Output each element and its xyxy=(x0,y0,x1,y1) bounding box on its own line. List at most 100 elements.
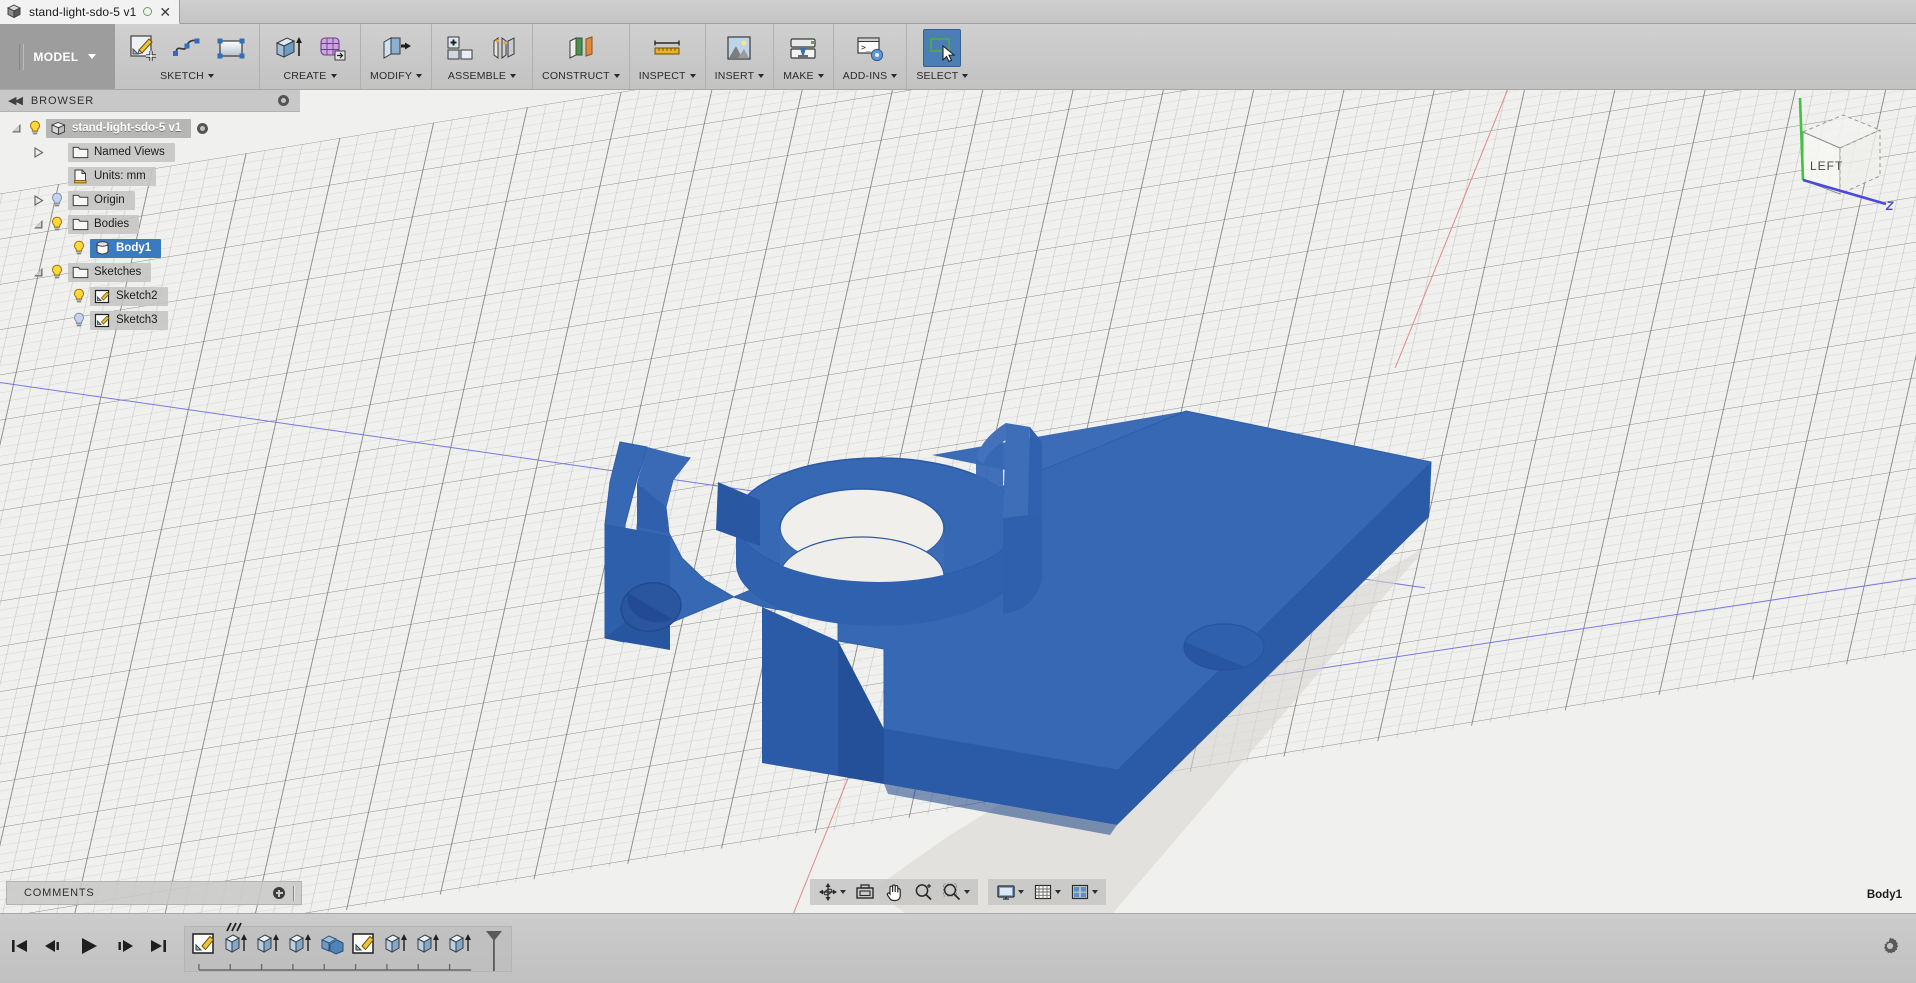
step-forward-icon[interactable] xyxy=(113,937,135,960)
create-sketch-icon[interactable] xyxy=(124,29,162,67)
visibility-bulb-icon[interactable] xyxy=(50,192,64,208)
workspace-switcher[interactable]: MODEL xyxy=(0,24,115,89)
tree-label-box-sketches[interactable]: Sketches xyxy=(68,262,152,282)
tree-expander-bodies[interactable] xyxy=(30,219,46,230)
radio-dot-icon[interactable] xyxy=(278,95,289,106)
tree-row-sketches[interactable]: Sketches xyxy=(0,260,300,284)
ribbon-group-label-insert[interactable]: INSERT xyxy=(715,70,765,82)
sketch-icon xyxy=(94,313,110,328)
ribbon-group-label-create[interactable]: CREATE xyxy=(283,70,337,82)
grid-snaps-icon[interactable] xyxy=(1030,880,1064,904)
combine-feature[interactable] xyxy=(319,931,345,957)
visibility-bulb-icon[interactable] xyxy=(50,264,64,280)
document-tab[interactable]: stand-light-sdo-5 v1 ✕ xyxy=(0,0,181,24)
jump-start-icon[interactable] xyxy=(10,937,30,960)
ribbon-group-label-make[interactable]: MAKE xyxy=(783,70,824,82)
view-cube[interactable]: LEFT Z xyxy=(1768,97,1898,218)
ribbon-group-label-sketch[interactable]: SKETCH xyxy=(160,70,214,82)
document-tab-bar: stand-light-sdo-5 v1 ✕ xyxy=(0,0,1916,24)
tree-row-named-views[interactable]: Named Views xyxy=(0,140,300,164)
pan-icon[interactable] xyxy=(881,880,907,904)
3d-print-icon[interactable] xyxy=(784,29,822,67)
tree-row-root[interactable]: stand-light-sdo-5 v1 xyxy=(0,116,300,140)
extrude-feature[interactable] xyxy=(255,931,281,957)
ribbon-group-inspect: INSPECT xyxy=(630,24,706,89)
viewport-canvas[interactable]: LEFT Z ◀◀ BROWSER stand-light-sdo-5 v1 Na… xyxy=(0,90,1916,913)
sketch-feature[interactable] xyxy=(191,931,217,957)
tree-row-sketch2[interactable]: Sketch2 xyxy=(0,284,300,308)
offset-plane-icon[interactable] xyxy=(562,29,600,67)
ribbon-group-label-assemble[interactable]: ASSEMBLE xyxy=(448,70,517,82)
extrude-feature[interactable] xyxy=(447,931,473,957)
ribbon-group-addins: >_ ADD-INS xyxy=(834,24,908,89)
zoom-icon[interactable] xyxy=(910,880,936,904)
chevron-down-icon xyxy=(962,74,969,78)
visibility-bulb-icon[interactable] xyxy=(72,312,86,328)
grip-icon[interactable] xyxy=(293,885,295,901)
display-settings-icon[interactable] xyxy=(993,880,1027,904)
visibility-bulb-icon[interactable] xyxy=(72,240,86,256)
chevron-down-icon xyxy=(613,74,620,78)
add-comment-icon[interactable] xyxy=(273,887,285,899)
ribbon-group-label-addins[interactable]: ADD-INS xyxy=(843,70,898,82)
insert-image-icon[interactable] xyxy=(720,29,758,67)
collapse-left-icon[interactable]: ◀◀ xyxy=(8,94,23,107)
rectangle-icon[interactable] xyxy=(212,29,250,67)
ribbon-group-label-modify[interactable]: MODIFY xyxy=(370,70,423,82)
timeline-feature-list[interactable] xyxy=(184,922,512,972)
ribbon-group-label-inspect[interactable]: INSPECT xyxy=(639,70,696,82)
select-icon[interactable] xyxy=(923,29,962,67)
script-addin-icon[interactable]: >_ xyxy=(851,29,889,67)
play-icon[interactable] xyxy=(78,936,100,961)
tree-label-box-bodies[interactable]: Bodies xyxy=(68,214,140,234)
tree-row-units[interactable]: Units: mm xyxy=(0,164,300,188)
form-icon[interactable] xyxy=(313,29,351,67)
extrude-feature[interactable] xyxy=(287,931,313,957)
visibility-bulb-icon[interactable] xyxy=(50,216,64,232)
tree-label-box-units[interactable]: Units: mm xyxy=(68,166,156,186)
tree-row-origin[interactable]: Origin xyxy=(0,188,300,212)
close-icon[interactable]: ✕ xyxy=(159,5,171,19)
tree-label-box-root[interactable]: stand-light-sdo-5 v1 xyxy=(46,118,192,138)
visibility-bulb-icon[interactable] xyxy=(28,120,42,136)
look-at-icon[interactable] xyxy=(852,880,878,904)
extrude-feature[interactable] xyxy=(383,931,409,957)
viewports-icon[interactable] xyxy=(1067,880,1101,904)
timeline-end-marker-icon[interactable] xyxy=(483,930,505,971)
zoom-window-icon[interactable] xyxy=(939,880,973,904)
tree-expander-sketches[interactable] xyxy=(30,267,46,278)
tree-expander-root[interactable] xyxy=(8,123,24,134)
tree-expander-named-views[interactable] xyxy=(30,146,46,158)
tree-row-sketch3[interactable]: Sketch3 xyxy=(0,308,300,332)
tree-label-box-origin[interactable]: Origin xyxy=(68,190,135,210)
orbit-icon[interactable] xyxy=(815,880,849,904)
step-back-icon[interactable] xyxy=(43,937,65,960)
tree-label-box-sketch2[interactable]: Sketch2 xyxy=(90,286,168,306)
extrude-feature[interactable] xyxy=(415,931,441,957)
timeline-playback-controls xyxy=(0,936,168,961)
extrude-feature[interactable] xyxy=(223,922,249,957)
ribbon-group-label-construct[interactable]: CONSTRUCT xyxy=(542,70,620,82)
new-component-icon[interactable] xyxy=(441,29,479,67)
jump-end-icon[interactable] xyxy=(148,937,168,960)
tree-row-body1[interactable]: Body1 xyxy=(0,236,300,260)
ribbon-group-label-select[interactable]: SELECT xyxy=(916,70,969,82)
spline-icon[interactable] xyxy=(168,29,206,67)
tree-expander-origin[interactable] xyxy=(30,194,46,206)
measure-icon[interactable] xyxy=(648,29,686,67)
folder-icon xyxy=(72,145,89,160)
tree-row-bodies[interactable]: Bodies xyxy=(0,212,300,236)
joint-icon[interactable] xyxy=(485,29,523,67)
tree-label-box-body1[interactable]: Body1 xyxy=(90,238,162,258)
comments-panel[interactable]: COMMENTS xyxy=(6,881,302,905)
gear-icon[interactable] xyxy=(1880,936,1900,961)
press-pull-icon[interactable] xyxy=(377,29,415,67)
browser-title: BROWSER xyxy=(30,94,95,107)
extrude-icon[interactable] xyxy=(269,29,307,67)
sketch-feature[interactable] xyxy=(351,931,377,957)
tree-label-box-sketch3[interactable]: Sketch3 xyxy=(90,310,168,330)
chevron-down-icon xyxy=(330,74,337,78)
visibility-bulb-icon[interactable] xyxy=(72,288,86,304)
radio-dot-icon[interactable] xyxy=(197,122,209,134)
tree-label-box-named-views[interactable]: Named Views xyxy=(68,142,175,162)
